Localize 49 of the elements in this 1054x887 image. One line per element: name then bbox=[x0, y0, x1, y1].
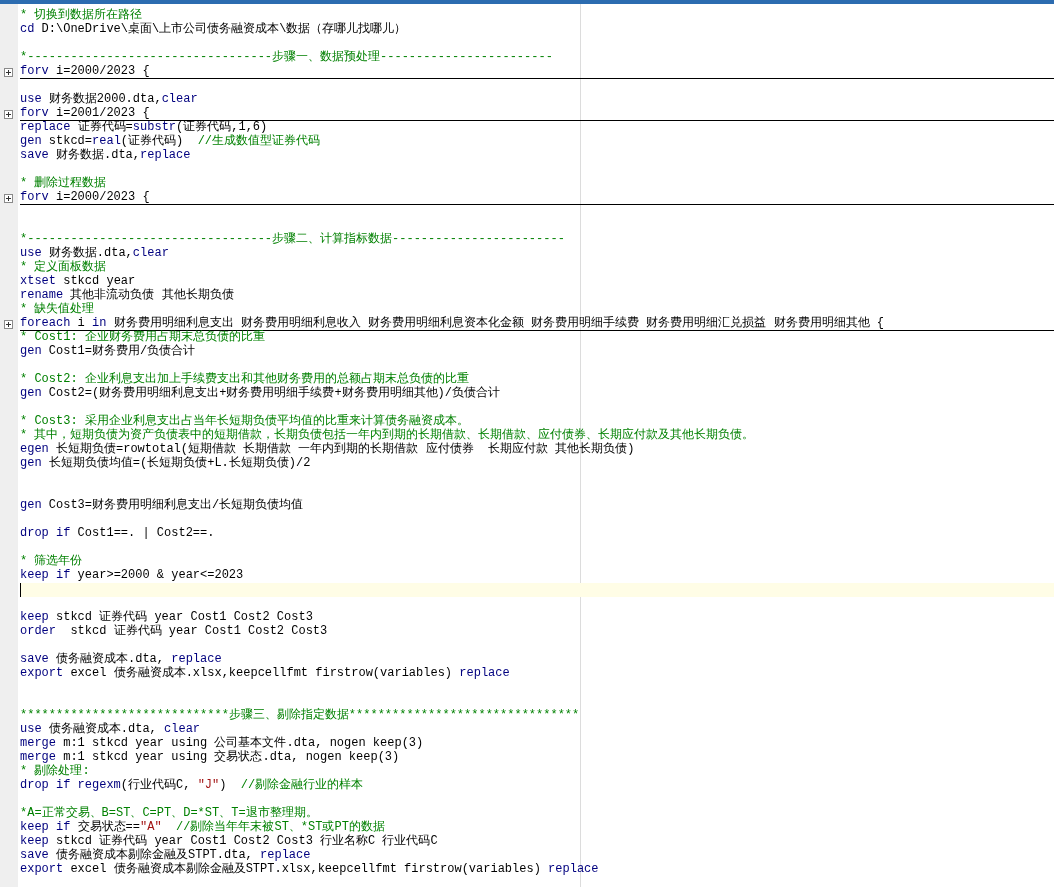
code-line: *A=正常交易、B=ST、C=PT、D=*ST、T=退市整理期。 bbox=[20, 807, 318, 819]
code-line: drop if regexm(行业代码C, "J") //剔除金融行业的样本 bbox=[20, 779, 364, 791]
text-cursor bbox=[20, 583, 21, 597]
code-line: replace 证券代码=substr(证券代码,1,6) bbox=[20, 121, 268, 133]
code-line: * Cost1: 企业财务费用占期末总负债的比重 bbox=[20, 331, 265, 343]
expand-icon[interactable] bbox=[4, 109, 13, 119]
code-line: * Cost2: 企业利息支出加上手续费支出和其他财务费用的总额占期末总负债的比重 bbox=[20, 373, 469, 385]
expand-icon[interactable] bbox=[4, 67, 13, 77]
code-line: gen 长短期负债均值=(长短期负债+L.长短期负债)/2 bbox=[20, 457, 311, 469]
code-line: gen Cost3=财务费用明细利息支出/长短期负债均值 bbox=[20, 499, 304, 511]
code-line: save 财务数据.dta,replace bbox=[20, 149, 191, 161]
code-line: *****************************步骤三、剔除指定数据******************************** bbox=[20, 709, 580, 721]
code-line: * 切换到数据所在路径 bbox=[20, 9, 143, 21]
code-line: export excel 债务融资成本剔除金融及STPT.xlsx,keepcellfmt firstrow(variables) replace bbox=[20, 863, 599, 875]
code-line: forv i=2000/2023 { bbox=[20, 65, 150, 77]
code-line: gen Cost1=财务费用/负债合计 bbox=[20, 345, 196, 357]
code-line: save 债务融资成本.dta, replace bbox=[20, 653, 222, 665]
code-line: * Cost3: 采用企业利息支出占当年长短期负债平均值的比重来计算债务融资成本。 bbox=[20, 415, 469, 427]
code-line: use 财务数据2000.dta,clear bbox=[20, 93, 198, 105]
code-line: keep if year>=2000 & year<=2023 bbox=[20, 569, 244, 581]
code-line: merge m:1 stkcd year using 公司基本文件.dta, nogen keep(3) bbox=[20, 737, 424, 749]
code-line: *----------------------------------步骤二、计算指标数据------------------------ bbox=[20, 233, 565, 245]
code-line: keep if 交易状态=="A" //剔除当年年末被ST、*ST或PT的数据 bbox=[20, 821, 385, 833]
code-line: gen Cost2=(财务费用明细利息支出+财务费用明细手续费+财务费用明细其他)/负债合计 bbox=[20, 387, 501, 399]
code-line: *----------------------------------步骤一、数据预处理------------------------ bbox=[20, 51, 553, 63]
code-line: drop if Cost1==. | Cost2==. bbox=[20, 527, 215, 539]
code-line: egen 长短期负债=rowtotal(短期借款 长期借款 一年内到期的长期借款 应付债券 长期应付款 其他长期负债) bbox=[20, 443, 635, 455]
code-line: forv i=2001/2023 { bbox=[20, 107, 150, 119]
code-line: cd D:\OneDrive\桌面\上市公司债务融资成本\数据（存哪儿找哪儿） bbox=[20, 23, 407, 35]
code-line: xtset stkcd year bbox=[20, 275, 136, 287]
code-line: * 缺失值处理 bbox=[20, 303, 95, 315]
expand-icon[interactable] bbox=[4, 319, 13, 329]
code-line: * 删除过程数据 bbox=[20, 177, 107, 189]
code-line: foreach i in 财务费用明细利息支出 财务费用明细利息收入 财务费用明细利息资本化金额 财务费用明细手续费 财务费用明细汇兑损益 财务费用明细其他 { bbox=[20, 317, 885, 329]
expand-icon[interactable] bbox=[4, 193, 13, 203]
code-line: forv i=2000/2023 { bbox=[20, 191, 150, 203]
code-line: keep stkcd 证券代码 year Cost1 Cost2 Cost3 行业名称C 行业代码C bbox=[20, 835, 438, 847]
code-line: order stkcd 证券代码 year Cost1 Cost2 Cost3 bbox=[20, 625, 328, 637]
code-line: gen stkcd=real(证券代码) //生成数值型证券代码 bbox=[20, 135, 321, 147]
code-line: use 债务融资成本.dta, clear bbox=[20, 723, 201, 735]
code-line: * 定义面板数据 bbox=[20, 261, 107, 273]
code-line: * 剔除处理: bbox=[20, 765, 90, 777]
code-line: * 筛选年份 bbox=[20, 555, 83, 567]
code-line: * 其中，短期负债为资产负债表中的短期借款，长期负债包括一年内到期的长期借款、长期借款、应付债券、长期应付款及其他长期负债。 bbox=[20, 429, 755, 441]
code-line: export excel 债务融资成本.xlsx,keepcellfmt firstrow(variables) replace bbox=[20, 667, 510, 679]
code-line: save 债务融资成本剔除金融及STPT.dta, replace bbox=[20, 849, 311, 861]
code-line: use 财务数据.dta,clear bbox=[20, 247, 169, 259]
code-line: keep stkcd 证券代码 year Cost1 Cost2 Cost3 bbox=[20, 611, 313, 623]
code-line: merge m:1 stkcd year using 交易状态.dta, nogen keep(3) bbox=[20, 751, 400, 763]
